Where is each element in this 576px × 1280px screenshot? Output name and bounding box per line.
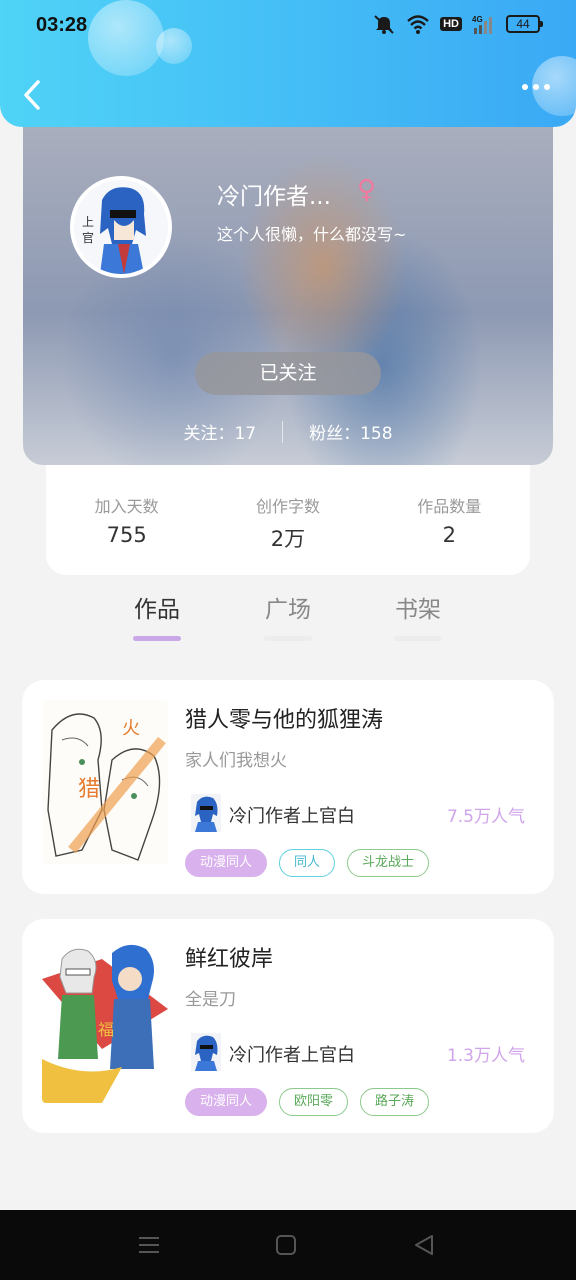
stat-value: 755 (106, 523, 147, 547)
svg-text:火: 火 (122, 718, 140, 739)
decor-bubble-small (156, 28, 192, 64)
more-button[interactable] (522, 84, 550, 90)
tab-bar: 作品 广场 书架 (0, 590, 576, 656)
author-bio: 这个人很懒，什么都没写~ (217, 225, 407, 244)
signal-icon: 4G (472, 15, 492, 34)
menu-icon[interactable] (138, 1234, 160, 1256)
battery-icon: 44 (506, 15, 543, 33)
stat-join-days: 加入天数 755 (57, 493, 197, 575)
status-icons: HD 4G 44 (372, 14, 543, 34)
work-popularity: 7.5万人气 (446, 807, 525, 827)
work-author-name: 冷门作者上官白 (229, 806, 355, 827)
tab-indicator (394, 636, 442, 641)
tag[interactable]: 路子涛 (360, 1088, 430, 1116)
tab-label: 作品 (134, 597, 180, 623)
divider (282, 420, 284, 443)
stat-label: 加入天数 (94, 497, 159, 516)
tab-bookshelf[interactable]: 书架 (378, 590, 458, 641)
more-icon-dot (533, 84, 539, 90)
stat-word-count: 创作字数 2万 (218, 493, 358, 575)
author-avatar-icon (191, 1033, 221, 1071)
tab-works[interactable]: 作品 (117, 590, 197, 641)
back-icon (24, 80, 40, 110)
svg-text:猎: 猎 (78, 777, 100, 802)
status-time: 03:28 (36, 14, 88, 36)
svg-text:4G: 4G (472, 15, 483, 24)
following-count[interactable]: 关注：17 (183, 419, 256, 444)
back-triangle-icon[interactable] (414, 1235, 434, 1255)
tag[interactable]: 动漫同人 (185, 1088, 268, 1116)
author-avatar-icon (191, 794, 221, 832)
tag[interactable]: 动漫同人 (185, 849, 268, 877)
tab-label: 广场 (265, 597, 311, 623)
work-card[interactable]: 福 鲜红彼岸 全是刀 冷门作者上官白 1.3万人气 动漫同人 欧阳零 路子涛 (22, 919, 554, 1133)
svg-text:福: 福 (98, 1020, 114, 1039)
stat-value: 2 (442, 523, 456, 547)
mute-icon (374, 15, 394, 34)
top-header: 03:28 HD 4G 44 (0, 0, 576, 127)
profile-card: 上 官 冷门作者... ♀ 这个人很懒，什么都没写~ 已关注 关注：17 粉丝：… (23, 127, 553, 465)
work-title: 鲜红彼岸 (185, 947, 274, 972)
work-cover-image: 猎 火 (42, 700, 168, 864)
svg-text:上: 上 (82, 215, 94, 229)
stat-works-count: 作品数量 2 (379, 493, 519, 575)
tag[interactable]: 同人 (279, 849, 336, 877)
home-icon[interactable] (276, 1235, 296, 1255)
hd-badge: HD (440, 17, 462, 31)
work-popularity: 1.3万人气 (446, 1046, 525, 1066)
tab-indicator (133, 636, 181, 641)
author-nickname: 冷门作者... (217, 184, 331, 210)
tab-indicator (264, 636, 312, 641)
work-description: 全是刀 (185, 990, 236, 1010)
work-tags: 动漫同人 欧阳零 路子涛 (185, 1088, 430, 1116)
back-button[interactable] (18, 78, 48, 112)
follow-counts: 关注：17 粉丝：158 (23, 419, 553, 444)
work-card[interactable]: 猎 火 猎人零与他的狐狸涛 家人们我想火 冷门作者上官白 7.5万人气 动漫同人… (22, 680, 554, 894)
followed-button[interactable]: 已关注 (195, 352, 381, 395)
tag[interactable]: 斗龙战士 (347, 849, 430, 877)
avatar-image: 上 官 (74, 180, 168, 274)
work-tags: 动漫同人 同人 斗龙战士 (185, 849, 430, 877)
system-nav-bar (0, 1210, 576, 1280)
tab-square[interactable]: 广场 (248, 590, 328, 641)
stat-label: 作品数量 (417, 497, 482, 516)
stats-panel: 加入天数 755 创作字数 2万 作品数量 2 (46, 465, 530, 575)
stat-label: 创作字数 (255, 497, 320, 516)
more-icon-dot (544, 84, 550, 90)
work-cover-image: 福 (42, 939, 168, 1103)
tab-label: 书架 (395, 597, 441, 623)
stat-value: 2万 (270, 527, 306, 551)
work-author-name: 冷门作者上官白 (229, 1045, 355, 1066)
tag[interactable]: 欧阳零 (279, 1088, 349, 1116)
work-title: 猎人零与他的狐狸涛 (185, 708, 384, 733)
avatar[interactable]: 上 官 (70, 176, 172, 278)
work-author-row: 冷门作者上官白 1.3万人气 (185, 1033, 525, 1073)
work-author-row: 冷门作者上官白 7.5万人气 (185, 794, 525, 834)
work-description: 家人们我想火 (185, 751, 287, 771)
decor-bubble-large (88, 0, 164, 76)
female-gender-icon: ♀ (357, 175, 377, 205)
more-icon-dot (522, 84, 528, 90)
wifi-icon (407, 15, 429, 34)
svg-text:官: 官 (82, 230, 94, 245)
followers-count[interactable]: 粉丝：158 (309, 419, 392, 444)
